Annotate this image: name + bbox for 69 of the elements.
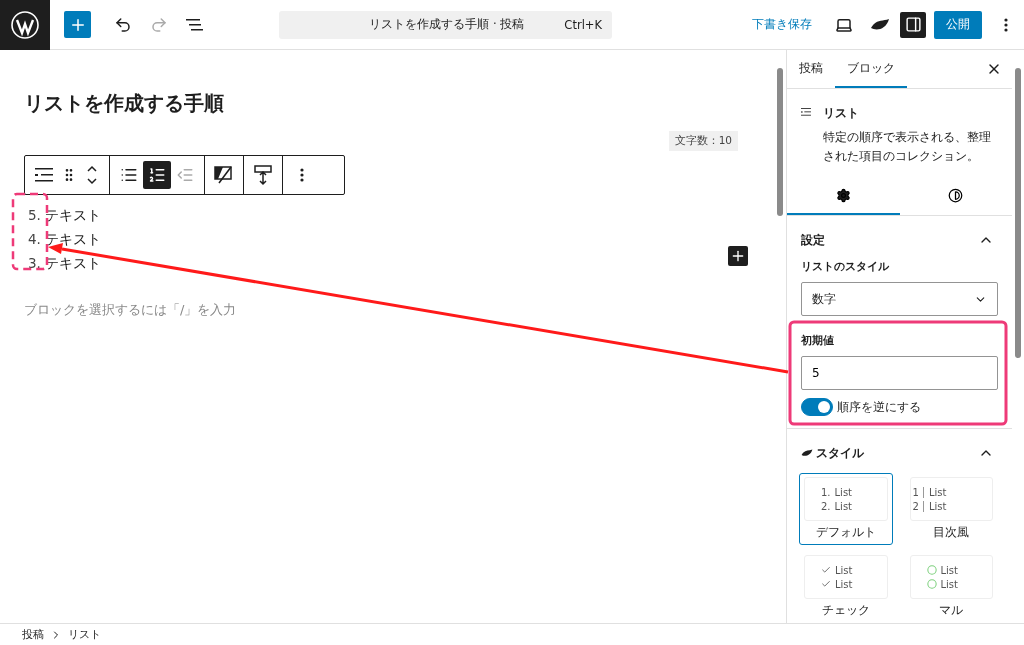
contrast-icon: [948, 188, 964, 204]
sidebar-tab[interactable]: 投稿: [787, 50, 835, 89]
logo-icon[interactable]: [10, 9, 40, 40]
settings-icon: [835, 188, 851, 204]
ordered-list-button[interactable]: [143, 161, 171, 189]
reverse-toggle[interactable]: [801, 398, 833, 416]
block-description: 特定の順序で表示される、整理された項目のコレクション。: [822, 129, 992, 166]
more-icon: [300, 168, 304, 182]
block-name: リスト: [822, 105, 860, 123]
save-draft-link[interactable]: 下書き保存: [746, 15, 818, 34]
toggle-label: 順序を逆にする: [837, 399, 921, 415]
word-count: 文字数：10: [668, 131, 738, 151]
style-label: チェック: [821, 603, 870, 618]
circle-icon: [926, 579, 937, 589]
section-title: スタイル: [816, 444, 864, 462]
post-title-text: リストを作成する手順 · 投稿: [369, 17, 525, 32]
field-label: 初期値: [801, 334, 835, 348]
section-title: 設定: [801, 231, 825, 249]
list-style-select[interactable]: 数字: [801, 282, 998, 316]
leaf-icon: [870, 17, 890, 32]
preview-text: List: [835, 564, 853, 576]
post-title: リストを作成する手順: [24, 90, 225, 117]
preview-text: List: [928, 486, 947, 498]
divider-bar-icon: [922, 486, 925, 498]
preview-text: List: [928, 500, 947, 512]
circle-icon: [926, 565, 937, 575]
list-number: 5.: [28, 206, 41, 225]
preview-text: List: [940, 578, 958, 590]
list-number: 2: [912, 500, 919, 512]
list-number: 3.: [28, 254, 41, 273]
style-option[interactable]: 1. List 2. List デフォルト: [799, 473, 893, 545]
style-label: デフォルト: [815, 525, 876, 540]
style-label: マル: [939, 603, 964, 618]
more-icon: [1004, 17, 1008, 32]
breadcrumb-link[interactable]: リスト: [68, 627, 101, 642]
numbered-list-icon: [148, 166, 166, 184]
undo-icon: [114, 15, 132, 34]
start-value-input[interactable]: 5: [801, 356, 998, 390]
plus-icon: [730, 248, 746, 264]
shortcut-text: Ctrl+K: [564, 17, 602, 32]
chevrons-icon: [85, 164, 99, 186]
preview-text: List: [835, 578, 853, 590]
block-placeholder[interactable]: ブロックを選択するには「/」を入力: [24, 301, 237, 319]
preview-text: List: [940, 564, 958, 576]
field-label: リストのスタイル: [801, 260, 890, 274]
preview-text: List: [834, 500, 853, 512]
list-item-text: テキスト: [44, 206, 101, 225]
outdent-icon: [176, 166, 194, 184]
image-slash-icon: [213, 165, 235, 185]
spacing-icon: [253, 164, 273, 186]
bullet-list-icon: [120, 166, 138, 184]
add-block-button[interactable]: [728, 246, 748, 266]
breadcrumb-link[interactable]: 投稿: [22, 627, 44, 642]
style-label: 目次風: [933, 525, 970, 540]
list-number: 4.: [28, 230, 41, 249]
leaf-icon: [801, 448, 813, 458]
publish-button[interactable]: 公開: [934, 10, 982, 39]
list-view-icon: [186, 17, 204, 32]
command-bar[interactable]: リストを作成する手順 · 投稿 Ctrl+K: [279, 10, 612, 39]
list-number: 2.: [821, 500, 831, 512]
redo-icon: [150, 15, 168, 34]
list-icon: [35, 168, 53, 182]
preview-text: List: [834, 486, 853, 498]
list-number: 1.: [821, 486, 831, 498]
list-number: 1: [912, 486, 919, 498]
settings-panel-button[interactable]: [900, 11, 926, 38]
panel-icon: [904, 16, 922, 33]
divider-bar-icon: [922, 500, 925, 512]
sidebar-tab[interactable]: ブロック: [835, 50, 907, 89]
